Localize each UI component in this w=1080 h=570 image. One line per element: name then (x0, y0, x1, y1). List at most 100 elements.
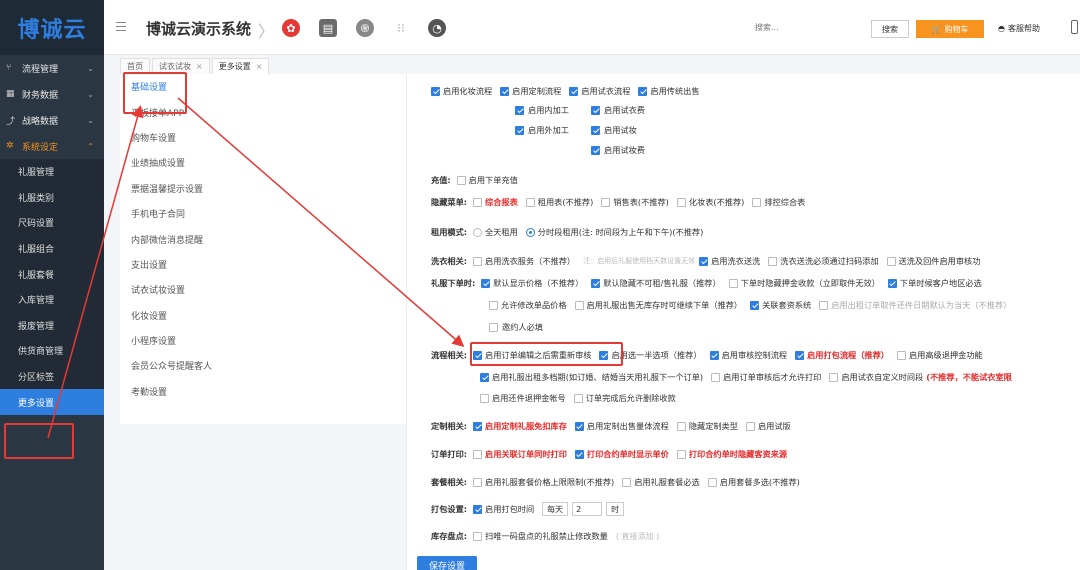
opt-hide-report[interactable]: 综合报表 (473, 196, 518, 208)
checkbox[interactable] (574, 300, 584, 310)
checkbox[interactable] (638, 86, 648, 96)
sidebar-group-flow[interactable]: ⑂ 流程管理 ⌄ (0, 55, 104, 81)
subnav-makeup[interactable]: 化妆设置 (120, 303, 406, 328)
close-icon[interactable]: × (256, 62, 263, 71)
search-button[interactable]: 搜索 (871, 20, 909, 38)
subnav-member-remind[interactable]: 会员公众号提醒客人 (120, 353, 406, 378)
checkbox[interactable] (500, 86, 510, 96)
opt-fullday-rent[interactable]: 全天租用 (473, 226, 518, 238)
checkbox[interactable] (601, 197, 611, 207)
checkbox[interactable] (515, 105, 524, 115)
checkbox[interactable] (728, 278, 738, 288)
checkbox[interactable] (525, 197, 535, 207)
checkbox[interactable] (515, 125, 524, 135)
app-icon-document[interactable]: ▤ (319, 19, 337, 37)
checkbox[interactable] (473, 197, 483, 207)
pack-hours-input[interactable] (572, 502, 603, 516)
search-input[interactable] (755, 23, 855, 32)
radio[interactable] (473, 227, 483, 237)
checkbox[interactable] (473, 504, 483, 514)
checkbox[interactable] (591, 145, 600, 155)
opt-edit-price[interactable]: 允许修改单品价格 (489, 299, 567, 311)
checkbox[interactable] (676, 449, 686, 459)
sidebar-item-more-settings[interactable]: 更多设置 (0, 389, 104, 415)
checkbox[interactable] (622, 477, 632, 487)
checkbox[interactable] (676, 421, 686, 431)
opt-default-today[interactable]: 启用出租订单取件还件日期默认为当天（不推荐） (819, 299, 1011, 311)
opt-traditional-sale[interactable]: 启用传统出售 (638, 85, 700, 97)
opt-refund-account[interactable]: 启用还件退押金帐号 (480, 392, 566, 404)
checkbox[interactable] (473, 421, 483, 431)
opt-hide-schedule[interactable]: 排控综合表 (752, 196, 805, 208)
sidebar-item-combo[interactable]: 礼服组合 (0, 236, 104, 262)
app-icon-clock[interactable]: ◔ (428, 19, 446, 37)
subnav-basic-settings[interactable]: 基础设置 (120, 74, 406, 99)
checkbox[interactable] (591, 278, 601, 288)
opt-hide-deposit[interactable]: 下单时隐藏押金收款（立即取件无效） (728, 277, 880, 289)
opt-external-processing[interactable]: 启用外加工 (515, 124, 569, 136)
checkbox[interactable] (480, 372, 489, 382)
sidebar-item-stock-in[interactable]: 入库管理 (0, 287, 104, 313)
opt-package-required[interactable]: 启用礼服套餐必选 (622, 476, 700, 488)
checkbox[interactable] (707, 477, 717, 487)
checkbox[interactable] (489, 322, 498, 332)
checkbox[interactable] (752, 197, 762, 207)
opt-scan-lock-qty[interactable]: 扫唯一码盘点的礼服禁止修改数量 (473, 530, 608, 542)
opt-print-unit-price[interactable]: 打印合约单时显示单价 (574, 448, 669, 460)
subnav-expense[interactable]: 支出设置 (120, 252, 406, 277)
checkbox[interactable] (599, 350, 609, 360)
opt-print-hide-source[interactable]: 打印合约单时隐藏客资来源 (676, 448, 787, 460)
opt-custom-flow[interactable]: 启用定制流程 (500, 85, 561, 97)
opt-hide-rent[interactable]: 租用表(不推荐) (525, 196, 593, 208)
cart-button[interactable]: 🛒 购物车 (916, 20, 984, 38)
opt-hide-custom-type[interactable]: 隐藏定制类型 (676, 420, 738, 432)
sidebar-item-size[interactable]: 尺码设置 (0, 210, 104, 236)
close-icon[interactable]: × (196, 62, 203, 71)
opt-hide-unavailable[interactable]: 默认隐藏不可租/售礼服（推荐） (591, 277, 721, 289)
checkbox[interactable] (750, 300, 760, 310)
checkbox[interactable] (473, 350, 483, 360)
subnav-cart[interactable]: 购物车设置 (120, 125, 406, 150)
checkbox[interactable] (699, 256, 709, 266)
checkbox[interactable] (473, 531, 483, 541)
sidebar-item-supplier[interactable]: 供货商管理 (0, 338, 104, 364)
checkbox[interactable] (819, 300, 829, 310)
checkbox[interactable] (887, 278, 897, 288)
checkbox[interactable] (795, 350, 805, 360)
checkbox[interactable] (473, 449, 483, 459)
opt-no-stock-order[interactable]: 启用礼服出售无库存时可继续下单（推荐） (574, 299, 742, 311)
checkbox[interactable] (431, 86, 440, 96)
opt-delete-payment[interactable]: 订单完成后允许删除收款 (573, 392, 676, 404)
subnav-tablet-app[interactable]: 平板接单APP (120, 99, 406, 124)
tab-fitting[interactable]: 试衣试妆 × (152, 58, 210, 74)
opt-show-price[interactable]: 默认显示价格（不推荐） (481, 277, 583, 289)
opt-pack-time[interactable]: 启用打包时间 (473, 503, 534, 515)
opt-makeup-trial-fee[interactable]: 启用试妆费 (591, 144, 645, 156)
checkbox[interactable] (481, 278, 491, 288)
grid-apps-icon[interactable]: ⁝⁝ (392, 19, 410, 37)
opt-advanced-refund[interactable]: 启用高级退押金功能 (896, 349, 983, 361)
sidebar-group-strategy[interactable]: ⤴ 战略数据 ⌄ (0, 107, 104, 133)
opt-order-recharge[interactable]: 启用下单充值 (456, 174, 518, 186)
sidebar-item-zone-tag[interactable]: 分区标签 (0, 364, 104, 390)
logo-area[interactable]: 博诚云 (0, 0, 104, 55)
checkbox[interactable] (709, 350, 719, 360)
opt-hide-makeup[interactable]: 化妆表(不推荐) (676, 196, 744, 208)
app-icon-swirl[interactable]: ֍ (356, 19, 374, 37)
opt-package-limit[interactable]: 启用礼服套餐价格上限限制(不推荐) (473, 476, 614, 488)
sidebar-item-scrap[interactable]: 报废管理 (0, 313, 104, 339)
sidebar-group-system[interactable]: ✲ 系统设定 ⌃ (0, 133, 104, 159)
subnav-wechat-notify[interactable]: 内部微信消息提醒 (120, 226, 406, 251)
sidebar-item-package[interactable]: 礼服套餐 (0, 261, 104, 287)
opt-inviter-required[interactable]: 邀约人必填 (489, 321, 543, 333)
hamburger-menu-icon[interactable] (116, 22, 126, 31)
opt-package-multi[interactable]: 启用套餐多选(不推荐) (707, 476, 800, 488)
tab-home[interactable]: 首页 (120, 58, 150, 74)
opt-fitting-flow[interactable]: 启用试衣流程 (569, 85, 630, 97)
opt-custom-measure[interactable]: 启用定制出售量体流程 (574, 420, 669, 432)
checkbox[interactable] (591, 125, 600, 135)
checkbox[interactable] (711, 372, 721, 382)
checkbox[interactable] (473, 256, 483, 266)
subnav-receipt-tip[interactable]: 票据温馨提示设置 (120, 176, 406, 201)
sidebar-item-category[interactable]: 礼服类别 (0, 185, 104, 211)
